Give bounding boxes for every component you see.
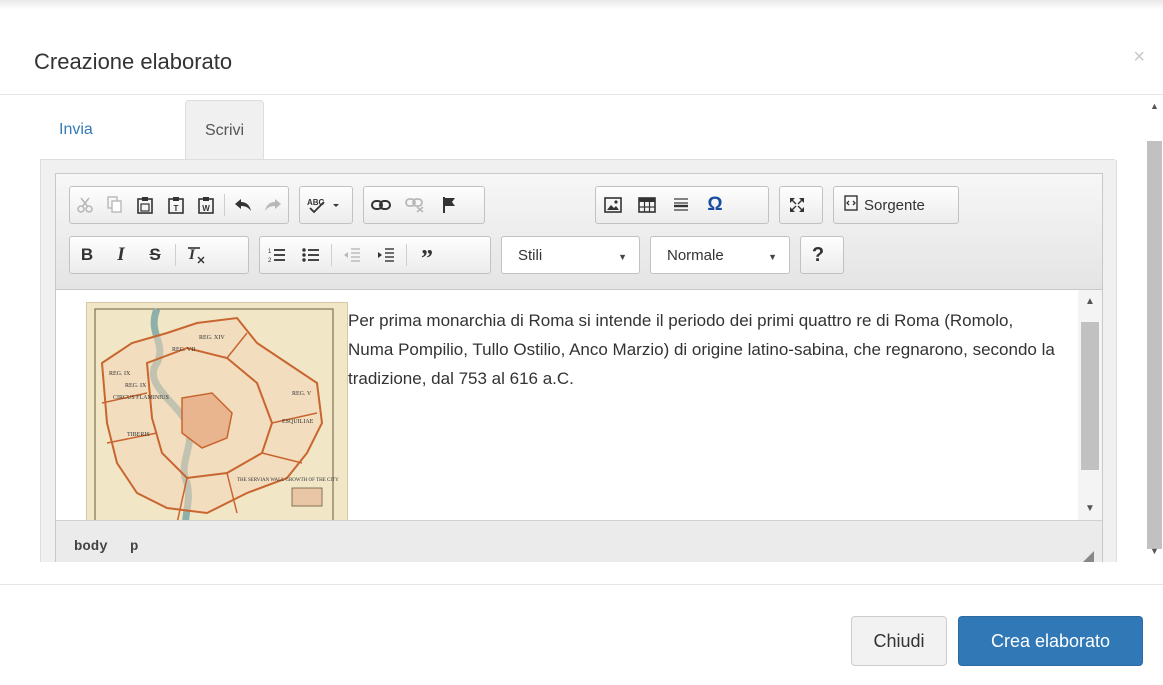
bullet-list-icon[interactable]	[296, 240, 326, 270]
top-shadow	[0, 0, 1163, 10]
bold-icon[interactable]: B	[72, 240, 102, 270]
toolbar-separator	[331, 244, 332, 266]
link-icon[interactable]	[366, 190, 396, 220]
italic-icon[interactable]: I	[106, 240, 136, 270]
map-label: REG. IX	[125, 383, 147, 389]
cut-icon[interactable]	[72, 190, 98, 220]
strike-icon[interactable]: S	[140, 240, 170, 270]
maximize-icon[interactable]	[782, 190, 812, 220]
source-group: Sorgente	[833, 186, 959, 224]
table-icon[interactable]	[632, 190, 662, 220]
scrollbar-thumb[interactable]	[1081, 322, 1099, 470]
create-button[interactable]: Crea elaborato	[958, 616, 1143, 666]
svg-text:I: I	[188, 247, 196, 263]
map-label: REG. IX	[109, 371, 131, 377]
paste-text-icon[interactable]: T	[162, 190, 188, 220]
svg-text:W: W	[202, 204, 210, 213]
styles-dropdown-label: Stili	[518, 246, 543, 264]
svg-text:T: T	[173, 204, 178, 213]
outdent-icon[interactable]	[337, 240, 367, 270]
map-label: ESQUILIAE	[282, 419, 314, 425]
modal-header: Creazione elaborato ×	[0, 10, 1163, 95]
scrollbar-thumb[interactable]	[1147, 141, 1162, 549]
format-dropdown[interactable]: Normale ▼	[650, 236, 790, 274]
map-label: TIBERIS	[127, 432, 150, 438]
map-label: CIRCUS FLAMINIUS	[113, 395, 169, 401]
rich-text-editor: T W ABC Ω Sorgente B I S I 1 2 ” Stili ▼…	[55, 173, 1103, 562]
undo-icon[interactable]	[230, 190, 256, 220]
modal-footer: Chiudi Crea elaborato	[0, 584, 1163, 685]
element-path-bar: body p	[56, 520, 1102, 562]
path-body[interactable]: body	[74, 539, 108, 555]
toolbar-separator	[223, 194, 225, 216]
map-label: REG. V	[292, 391, 312, 397]
chevron-down-icon: ▼	[618, 252, 627, 262]
svg-text:2: 2	[268, 258, 272, 263]
paste-word-icon[interactable]: W	[193, 190, 219, 220]
unlink-icon[interactable]	[400, 190, 430, 220]
clipboard-group: T W	[69, 186, 289, 224]
scroll-down-icon[interactable]: ▼	[1078, 503, 1102, 514]
indent-icon[interactable]	[371, 240, 401, 270]
redo-icon[interactable]	[260, 190, 286, 220]
editor-toolbar: T W ABC Ω Sorgente B I S I 1 2 ” Stili ▼…	[56, 174, 1102, 290]
image-icon[interactable]	[598, 190, 628, 220]
scroll-up-icon[interactable]: ▲	[1078, 296, 1102, 307]
svg-text:1: 1	[268, 249, 272, 255]
numbered-list-icon[interactable]: 12	[262, 240, 292, 270]
modal-scrollbar[interactable]: ▲ ▼	[1146, 95, 1163, 562]
modal-body: Invia un file Scrivi testo	[0, 95, 1163, 562]
format-dropdown-label: Normale	[667, 246, 724, 264]
spellcheck-icon[interactable]: ABC	[302, 190, 346, 220]
tab-scrivi-testo[interactable]: Scrivi testo	[185, 100, 265, 199]
modal-title: Creazione elaborato	[34, 49, 233, 74]
source-icon	[844, 195, 858, 215]
map-label: REG. XIV	[199, 335, 225, 341]
close-icon[interactable]: ×	[1133, 46, 1145, 69]
copy-icon[interactable]	[102, 190, 128, 220]
special-char-icon[interactable]: Ω	[700, 190, 730, 220]
scroll-down-icon[interactable]: ▼	[1146, 546, 1163, 556]
paragraph-group: 12 ”	[259, 236, 491, 274]
insert-group: Ω	[595, 186, 769, 224]
paste-icon[interactable]	[132, 190, 158, 220]
remove-format-icon[interactable]: I	[181, 240, 211, 270]
map-legend: THE SERVIAN WALL GROWTH OF THE CITY	[237, 478, 339, 483]
close-button[interactable]: Chiudi	[851, 616, 947, 666]
toolbar-separator	[175, 244, 176, 266]
anchor-icon[interactable]	[434, 190, 464, 220]
scroll-up-icon[interactable]: ▲	[1146, 101, 1163, 111]
styles-dropdown[interactable]: Stili ▼	[501, 236, 640, 274]
rome-map-image: REG. VII REG. XIV REG. IX REG. IX CIRCUS…	[86, 302, 348, 520]
editor-scrollbar[interactable]: ▲ ▼	[1078, 290, 1102, 520]
svg-text:ABC: ABC	[307, 198, 325, 207]
map-label: REG. VII	[172, 347, 195, 353]
toolbar-separator	[406, 244, 407, 266]
blockquote-icon[interactable]: ”	[412, 236, 442, 274]
tab-pane: T W ABC Ω Sorgente B I S I 1 2 ” Stili ▼…	[40, 160, 1117, 562]
link-group	[363, 186, 485, 224]
help-button[interactable]: ?	[803, 240, 833, 270]
horizontal-line-icon[interactable]	[666, 190, 696, 220]
path-p[interactable]: p	[130, 539, 138, 555]
source-label: Sorgente	[864, 196, 925, 214]
help-group: ?	[800, 236, 844, 274]
editor-content-area[interactable]: REG. VII REG. XIV REG. IX REG. IX CIRCUS…	[56, 290, 1102, 520]
spellcheck-group: ABC	[299, 186, 353, 224]
tab-invia-file[interactable]: Invia un file	[40, 100, 112, 258]
source-button[interactable]: Sorgente	[834, 190, 935, 220]
maximize-group	[779, 186, 823, 224]
chevron-down-icon: ▼	[768, 252, 777, 262]
editor-paragraph[interactable]: Per prima monarchia di Roma si intende i…	[348, 306, 1058, 393]
resize-handle-icon[interactable]	[1082, 551, 1094, 562]
basic-styles-group: B I S I	[69, 236, 249, 274]
